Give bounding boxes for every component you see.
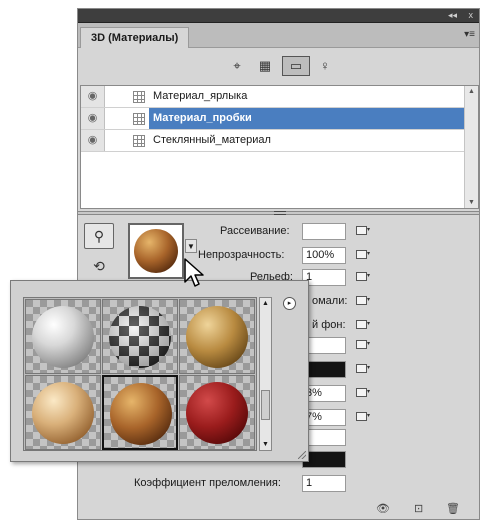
preset-checkerboard[interactable] [102, 299, 178, 374]
preset-cork[interactable] [102, 375, 178, 450]
material-label: Материал_ярлыка [153, 90, 248, 102]
list-item[interactable]: ◉ Стеклянный_материал [81, 130, 464, 152]
list-item[interactable]: ◉ Материал_пробки [81, 108, 464, 130]
materials-filter-icon[interactable]: ▭ [282, 56, 310, 76]
sphere-preview [32, 306, 94, 368]
sphere-preview [109, 306, 171, 368]
folder-icon[interactable]: ▾ [356, 248, 370, 262]
sphere-preview [186, 382, 248, 444]
refraction-label: Коэффициент преломления: [134, 477, 281, 489]
folder-icon[interactable]: ▾ [356, 362, 370, 376]
material-icon [133, 113, 145, 125]
list-scrollbar[interactable]: ▲ ▼ [464, 86, 478, 208]
eye-icon[interactable]: ◉ [81, 86, 105, 107]
cork-material-preview [134, 229, 178, 273]
scroll-down-icon[interactable]: ▼ [262, 441, 269, 448]
resize-grip-icon[interactable] [298, 451, 306, 459]
material-drop-tool-button[interactable]: ⟲ [84, 253, 114, 279]
panel-bottom-bar: 👁 ⊡ 🗑 [78, 497, 479, 519]
sphere-preview [110, 383, 172, 445]
material-icon [133, 135, 145, 147]
environment-label: й фон: [312, 319, 346, 331]
texture-menu-icon[interactable]: ▾ [356, 224, 370, 238]
panel-menu-icon[interactable]: ▾≡ [464, 29, 475, 40]
chevron-down-icon[interactable]: ▼ [185, 239, 197, 253]
refraction-field[interactable]: 1 [302, 475, 346, 492]
list-item[interactable]: ◉ Материал_ярлыка [81, 86, 464, 108]
sphere-preview [186, 306, 248, 368]
scroll-up-icon[interactable]: ▲ [262, 300, 269, 307]
preset-red-glossy[interactable] [179, 375, 255, 450]
tab-row: 3D (Материалы) ▾≡ [78, 23, 479, 48]
scroll-thumb[interactable] [261, 390, 270, 420]
diffuse-label: Рассеивание: [220, 225, 290, 237]
eye-icon[interactable]: ◉ [81, 130, 105, 151]
folder-icon[interactable]: ▾ [356, 386, 370, 400]
diffuse-color-swatch[interactable] [302, 223, 346, 240]
popup-menu-icon[interactable]: ▸ [283, 297, 296, 310]
popup-scrollbar[interactable]: ▲ ▼ [259, 297, 272, 451]
material-icon [133, 91, 145, 103]
material-label: Стеклянный_материал [153, 134, 271, 146]
material-preview-swatch[interactable]: ▼ [128, 223, 197, 279]
texture-menu-icon[interactable]: ▾ [356, 270, 370, 284]
folder-icon[interactable]: ▾ [356, 294, 370, 308]
delete-icon[interactable]: 🗑 [446, 502, 460, 515]
opacity-label: Непрозрачность: [198, 249, 285, 261]
preset-wood[interactable] [25, 375, 101, 450]
material-select-tool-button[interactable]: ⚲ [84, 223, 114, 249]
materials-list: ◉ Материал_ярлыка ◉ Материал_пробки ◉ Ст… [80, 85, 479, 209]
opacity-field[interactable]: 100% [302, 247, 346, 264]
scene-filter-icon[interactable]: ⌖ [226, 56, 248, 76]
folder-icon[interactable]: ▾ [356, 318, 370, 332]
sphere-preview [32, 382, 94, 444]
scroll-up-icon[interactable]: ▲ [468, 88, 475, 95]
close-icon[interactable]: x [469, 10, 474, 21]
collapse-icon[interactable]: ◂◂ [448, 10, 457, 21]
preset-crumpled-paper[interactable] [179, 299, 255, 374]
preset-gray-plaster[interactable] [25, 299, 101, 374]
folder-icon[interactable]: ▾ [356, 338, 370, 352]
toggle-materials-icon[interactable]: 👁 [376, 502, 390, 515]
panel-divider[interactable] [78, 211, 479, 215]
panel-topbar: ◂◂ x [78, 9, 479, 23]
material-preset-grid [23, 297, 257, 451]
material-label: Материал_пробки [149, 108, 464, 129]
filter-toolbar: ⌖ ▦ ▭ ♀ [78, 49, 479, 83]
divider-grip-icon[interactable] [274, 211, 286, 215]
scroll-down-icon[interactable]: ▼ [468, 199, 475, 206]
mouse-cursor-icon [184, 258, 204, 287]
mesh-filter-icon[interactable]: ▦ [254, 56, 276, 76]
eye-icon[interactable]: ◉ [81, 108, 105, 129]
normal-label: омали: [312, 295, 348, 307]
material-picker-popup: ▲ ▼ ▸ [10, 280, 309, 462]
tab-3d-materials[interactable]: 3D (Материалы) [80, 27, 190, 48]
folder-icon[interactable]: ▾ [356, 410, 370, 424]
lights-filter-icon[interactable]: ♀ [314, 56, 336, 76]
new-material-icon[interactable]: ⊡ [414, 502, 423, 515]
